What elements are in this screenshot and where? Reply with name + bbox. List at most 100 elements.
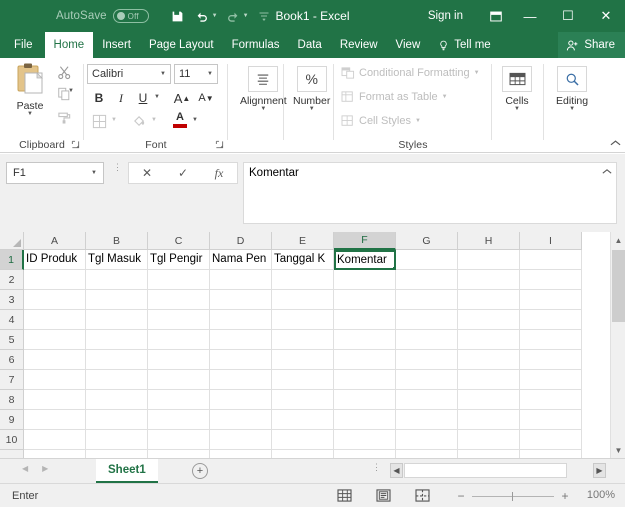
next-sheet-icon[interactable]: ▶ bbox=[42, 464, 48, 473]
cell-b5[interactable] bbox=[86, 330, 148, 350]
borders-dropdown-icon[interactable]: ▼ bbox=[111, 117, 117, 123]
cell-i3[interactable] bbox=[520, 290, 582, 310]
cell-h1[interactable] bbox=[458, 250, 520, 270]
cell-c3[interactable] bbox=[148, 290, 210, 310]
cell-c8[interactable] bbox=[148, 390, 210, 410]
cell-b7[interactable] bbox=[86, 370, 148, 390]
vertical-scrollbar[interactable]: ▲ ▼ bbox=[610, 232, 625, 458]
redo-icon[interactable] bbox=[222, 5, 244, 27]
cell-h4[interactable] bbox=[458, 310, 520, 330]
row-header-2[interactable]: 2 bbox=[0, 270, 24, 290]
cell-a9[interactable] bbox=[24, 410, 86, 430]
cell-d1[interactable]: Nama Pen bbox=[210, 250, 272, 270]
cell-h2[interactable] bbox=[458, 270, 520, 290]
normal-view-icon[interactable] bbox=[336, 488, 353, 503]
autosave-toggle[interactable]: Off bbox=[112, 9, 149, 23]
cell-b2[interactable] bbox=[86, 270, 148, 290]
decrease-font-size-button[interactable]: A ▼ bbox=[196, 88, 216, 108]
horizontal-scrollbar-thumb[interactable] bbox=[404, 463, 567, 478]
row-header-5[interactable]: 5 bbox=[0, 330, 24, 350]
cell-e9[interactable] bbox=[272, 410, 334, 430]
cell-b3[interactable] bbox=[86, 290, 148, 310]
cell-d7[interactable] bbox=[210, 370, 272, 390]
cell-c4[interactable] bbox=[148, 310, 210, 330]
cell-h11[interactable] bbox=[458, 450, 520, 458]
cell-b4[interactable] bbox=[86, 310, 148, 330]
zoom-out-button[interactable]: − bbox=[455, 489, 467, 503]
conditional-formatting-button[interactable]: Conditional Formatting ▼ bbox=[340, 66, 480, 79]
column-header-f[interactable]: F bbox=[334, 232, 396, 250]
cell-c7[interactable] bbox=[148, 370, 210, 390]
scroll-right-icon[interactable]: ▶ bbox=[593, 463, 606, 478]
cell-e2[interactable] bbox=[272, 270, 334, 290]
row-header-9[interactable]: 9 bbox=[0, 410, 24, 430]
cell-c1[interactable]: Tgl Pengir bbox=[148, 250, 210, 270]
customize-quick-access-icon[interactable] bbox=[253, 5, 275, 27]
tab-home[interactable]: Home bbox=[44, 32, 94, 58]
column-header-d[interactable]: D bbox=[210, 232, 272, 250]
cell-i5[interactable] bbox=[520, 330, 582, 350]
cells-dropdown-icon[interactable]: ▼ bbox=[514, 106, 520, 112]
cell-i1[interactable] bbox=[520, 250, 582, 270]
undo-icon[interactable] bbox=[191, 5, 213, 27]
minimize-button[interactable]: — bbox=[511, 0, 549, 32]
add-sheet-button[interactable]: + bbox=[192, 463, 208, 479]
cell-e11[interactable] bbox=[272, 450, 334, 458]
cell-e1[interactable]: Tanggal K bbox=[272, 250, 334, 270]
cell-a10[interactable] bbox=[24, 430, 86, 450]
cell-f2[interactable] bbox=[334, 270, 396, 290]
zoom-handle[interactable] bbox=[512, 491, 513, 501]
redo-dropdown-icon[interactable]: ▼ bbox=[243, 13, 249, 19]
cell-i2[interactable] bbox=[520, 270, 582, 290]
cell-b10[interactable] bbox=[86, 430, 148, 450]
cell-g10[interactable] bbox=[396, 430, 458, 450]
cell-a5[interactable] bbox=[24, 330, 86, 350]
cell-b9[interactable] bbox=[86, 410, 148, 430]
cell-a1[interactable]: ID Produk bbox=[24, 250, 86, 270]
cell-d11[interactable] bbox=[210, 450, 272, 458]
cell-i9[interactable] bbox=[520, 410, 582, 430]
format-as-table-dropdown-icon[interactable]: ▼ bbox=[442, 94, 448, 100]
borders-icon[interactable] bbox=[89, 112, 109, 130]
close-button[interactable]: ✕ bbox=[587, 0, 625, 32]
font-name-chevron-down-icon[interactable]: ▼ bbox=[160, 71, 170, 77]
column-header-a[interactable]: A bbox=[24, 232, 86, 250]
cell-a11[interactable] bbox=[24, 450, 86, 458]
number-dropdown-icon[interactable]: ▼ bbox=[309, 106, 315, 112]
cell-f10[interactable] bbox=[334, 430, 396, 450]
column-header-h[interactable]: H bbox=[458, 232, 520, 250]
cell-g11[interactable] bbox=[396, 450, 458, 458]
page-break-preview-icon[interactable] bbox=[414, 488, 431, 503]
cell-i8[interactable] bbox=[520, 390, 582, 410]
collapse-ribbon-icon[interactable] bbox=[610, 139, 621, 150]
copy-dropdown-icon[interactable]: ▼ bbox=[68, 88, 74, 94]
cell-i7[interactable] bbox=[520, 370, 582, 390]
font-size-chevron-down-icon[interactable]: ▼ bbox=[207, 71, 217, 77]
select-all-button[interactable] bbox=[0, 232, 24, 250]
cell-f3[interactable] bbox=[334, 290, 396, 310]
italic-button[interactable]: I bbox=[112, 89, 130, 107]
tab-view[interactable]: View bbox=[387, 32, 430, 58]
cell-h7[interactable] bbox=[458, 370, 520, 390]
cell-d3[interactable] bbox=[210, 290, 272, 310]
tab-file[interactable]: File bbox=[0, 32, 45, 58]
cell-d5[interactable] bbox=[210, 330, 272, 350]
copy-icon[interactable] bbox=[52, 84, 76, 104]
format-painter-icon[interactable] bbox=[52, 106, 76, 126]
row-header-10[interactable]: 10 bbox=[0, 430, 24, 450]
cell-b1[interactable]: Tgl Masuk bbox=[86, 250, 148, 270]
cell-f6[interactable] bbox=[334, 350, 396, 370]
column-header-b[interactable]: B bbox=[86, 232, 148, 250]
horizontal-scrollbar[interactable]: ◀ ▶ bbox=[390, 463, 606, 478]
cell-c10[interactable] bbox=[148, 430, 210, 450]
sign-in-button[interactable]: Sign in bbox=[428, 10, 463, 22]
enter-icon[interactable]: ✓ bbox=[165, 166, 201, 180]
cell-e5[interactable] bbox=[272, 330, 334, 350]
row-header-4[interactable]: 4 bbox=[0, 310, 24, 330]
cell-c6[interactable] bbox=[148, 350, 210, 370]
autosave-control[interactable]: AutoSave Off bbox=[56, 9, 149, 23]
sheet-tab-sheet1[interactable]: Sheet1 bbox=[96, 459, 158, 483]
underline-button[interactable]: U bbox=[134, 89, 152, 107]
cancel-icon[interactable]: ✕ bbox=[129, 166, 165, 180]
tab-review[interactable]: Review bbox=[331, 32, 387, 58]
